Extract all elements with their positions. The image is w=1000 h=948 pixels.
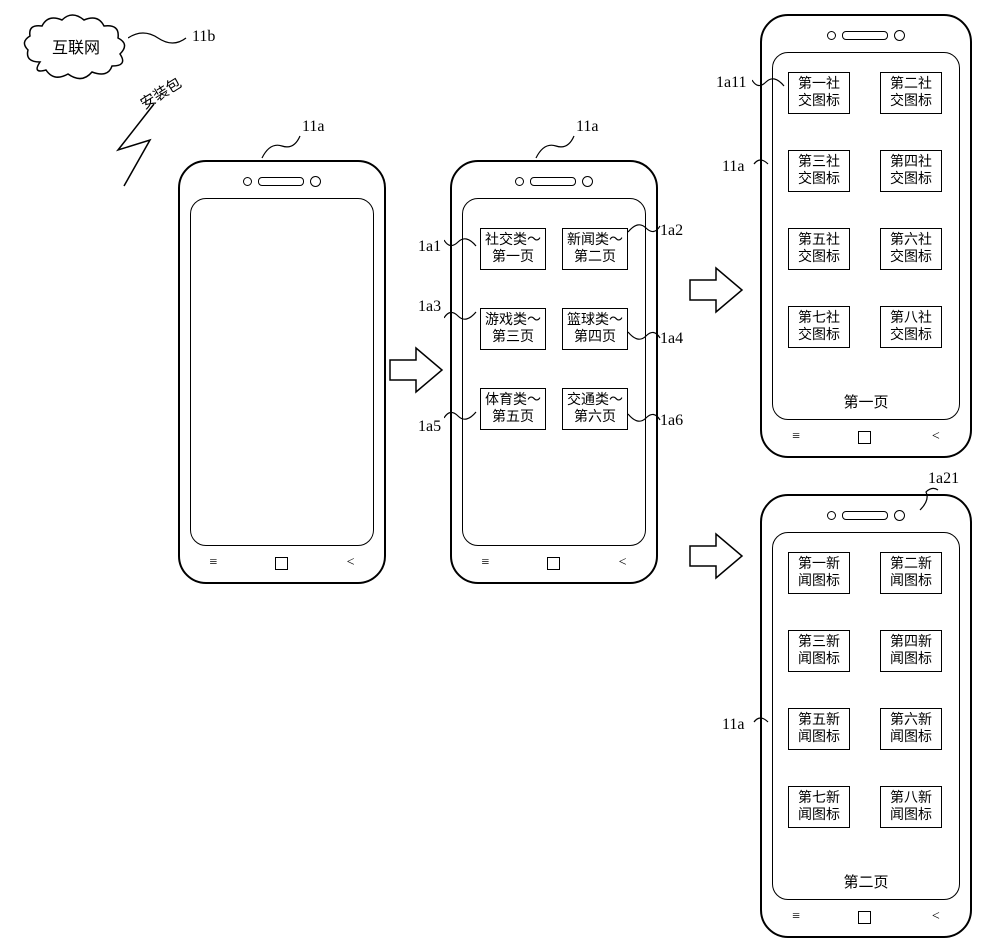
nav-menu-icon: ≡ <box>482 556 488 570</box>
tile-traffic[interactable]: 交通类～ 第六页 <box>562 388 628 430</box>
leader-11b <box>128 28 188 48</box>
icon-news-3[interactable]: 第三新 闻图标 <box>788 630 850 672</box>
ref-phone4: 11a <box>722 716 745 734</box>
tile-sports[interactable]: 体育类～ 第五页 <box>480 388 546 430</box>
internet-cloud-label: 互联网 <box>52 34 100 58</box>
arrow-right-icon <box>688 530 746 582</box>
ref-1a3: 1a3 <box>418 298 441 316</box>
sensor-icon <box>827 511 836 520</box>
speaker-icon <box>530 177 576 186</box>
icon-news-6[interactable]: 第六新 闻图标 <box>880 708 942 750</box>
icon-news-5[interactable]: 第五新 闻图标 <box>788 708 850 750</box>
page-indicator-1: 第一页 <box>762 391 970 412</box>
nav-home-icon <box>275 557 288 570</box>
page-indicator-2: 第二页 <box>762 871 970 892</box>
speaker-icon <box>842 511 888 520</box>
icon-social-4[interactable]: 第四社 交图标 <box>880 150 942 192</box>
icon-social-2[interactable]: 第二社 交图标 <box>880 72 942 114</box>
icon-news-7[interactable]: 第七新 闻图标 <box>788 786 850 828</box>
leader-1a2 <box>628 218 662 236</box>
ref-1a2: 1a2 <box>660 222 683 240</box>
nav-home-icon <box>858 911 871 924</box>
icon-news-4[interactable]: 第四新 闻图标 <box>880 630 942 672</box>
tile-social[interactable]: 社交类～ 第一页 <box>480 228 546 270</box>
leader-1a6 <box>628 410 662 428</box>
icon-social-5[interactable]: 第五社 交图标 <box>788 228 850 270</box>
leader-phone2 <box>534 132 576 160</box>
ref-phone3: 11a <box>722 158 745 176</box>
nav-back-icon: < <box>619 556 627 570</box>
icon-social-8[interactable]: 第八社 交图标 <box>880 306 942 348</box>
arrow-right-icon <box>688 264 746 316</box>
icon-news-8[interactable]: 第八新 闻图标 <box>880 786 942 828</box>
camera-icon <box>582 176 593 187</box>
sensor-icon <box>827 31 836 40</box>
camera-icon <box>894 30 905 41</box>
phone-4: ≡ < 第一新 闻图标 第二新 闻图标 第三新 闻图标 第四新 闻图标 第五新 … <box>760 494 972 938</box>
leader-1a4 <box>628 328 662 346</box>
leader-phone1 <box>260 132 302 160</box>
tile-basketball[interactable]: 篮球类～ 第四页 <box>562 308 628 350</box>
icon-social-6[interactable]: 第六社 交图标 <box>880 228 942 270</box>
leader-1a21 <box>918 486 940 512</box>
leader-1a3 <box>444 308 478 326</box>
ref-1a11: 1a11 <box>716 74 747 92</box>
icon-social-3[interactable]: 第三社 交图标 <box>788 150 850 192</box>
nav-menu-icon: ≡ <box>210 556 216 570</box>
phone-1: ≡ < <box>178 160 386 584</box>
leader-phone4 <box>750 712 770 730</box>
arrow-right-icon <box>388 344 446 396</box>
nav-menu-icon: ≡ <box>792 430 798 444</box>
ref-1a4: 1a4 <box>660 330 683 348</box>
phone-screen <box>190 198 374 546</box>
leader-1a1 <box>444 232 478 250</box>
ref-phone2: 11a <box>576 118 599 136</box>
icon-news-2[interactable]: 第二新 闻图标 <box>880 552 942 594</box>
leader-1a5 <box>444 408 478 426</box>
speaker-icon <box>842 31 888 40</box>
ref-1a6: 1a6 <box>660 412 683 430</box>
tile-games[interactable]: 游戏类～ 第三页 <box>480 308 546 350</box>
speaker-icon <box>258 177 304 186</box>
leader-1a11 <box>752 72 786 90</box>
sensor-icon <box>515 177 524 186</box>
sensor-icon <box>243 177 252 186</box>
nav-back-icon: < <box>932 430 940 444</box>
ref-phone1: 11a <box>302 118 325 136</box>
icon-news-1[interactable]: 第一新 闻图标 <box>788 552 850 594</box>
nav-back-icon: < <box>932 910 940 924</box>
phone-3: ≡ < 第一社 交图标 第二社 交图标 第三社 交图标 第四社 交图标 第五社 … <box>760 14 972 458</box>
camera-icon <box>310 176 321 187</box>
leader-phone3 <box>750 154 770 172</box>
ref-1a5: 1a5 <box>418 418 441 436</box>
nav-menu-icon: ≡ <box>792 910 798 924</box>
tile-news[interactable]: 新闻类～ 第二页 <box>562 228 628 270</box>
nav-back-icon: < <box>347 556 355 570</box>
lightning-icon <box>110 100 180 190</box>
phone-2: ≡ < 社交类～ 第一页 新闻类～ 第二页 游戏类～ 第三页 篮球类～ 第四页 … <box>450 160 658 584</box>
icon-social-1[interactable]: 第一社 交图标 <box>788 72 850 114</box>
nav-home-icon <box>547 557 560 570</box>
ref-11b: 11b <box>192 28 215 46</box>
camera-icon <box>894 510 905 521</box>
icon-social-7[interactable]: 第七社 交图标 <box>788 306 850 348</box>
ref-1a1: 1a1 <box>418 238 441 256</box>
nav-home-icon <box>858 431 871 444</box>
